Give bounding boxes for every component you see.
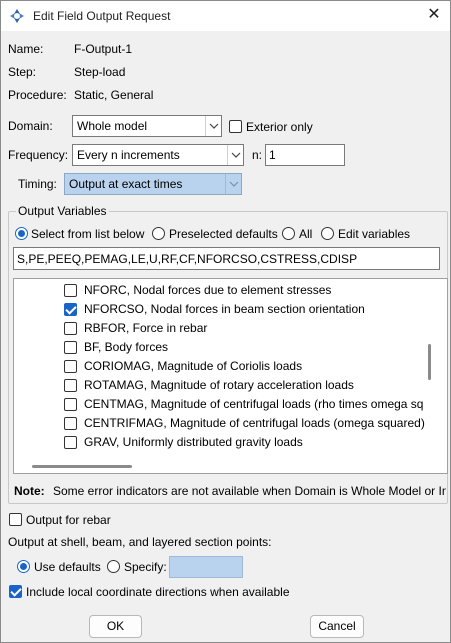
preselected-defaults-radio[interactable]: [152, 227, 165, 240]
step-value: Step-load: [74, 65, 126, 79]
local-coords-label: Include local coordinate directions when…: [26, 585, 290, 599]
domain-select[interactable]: Whole model: [72, 115, 222, 137]
step-label: Step:: [8, 65, 37, 79]
preselected-defaults-label: Preselected defaults: [169, 227, 278, 241]
variables-list[interactable]: NFORC, Nodal forces due to element stres…: [13, 278, 448, 474]
chevron-down-icon: [227, 145, 243, 165]
variable-label: CENTMAG, Magnitude of centrifugal loads …: [84, 397, 424, 411]
specify-label: Specify:: [124, 560, 167, 574]
variables-text-value: S,PE,PEEQ,PEMAG,LE,U,RF,CF,NFORCSO,CSTRE…: [17, 252, 358, 266]
edit-variables-radio[interactable]: [321, 227, 334, 240]
cancel-button[interactable]: Cancel: [310, 615, 364, 638]
n-input-value: 1: [269, 148, 276, 162]
select-from-list-radio[interactable]: [15, 227, 28, 240]
note-text: Some error indicators are not available …: [53, 484, 446, 498]
timing-label: Timing:: [18, 177, 57, 191]
procedure-value: Static, General: [74, 88, 154, 102]
timing-select-value: Output at exact times: [69, 177, 183, 191]
vertical-scrollbar[interactable]: [428, 344, 431, 380]
note-label: Note:: [14, 484, 45, 498]
frequency-select-value: Every n increments: [77, 148, 180, 162]
procedure-label: Procedure:: [8, 88, 67, 102]
variable-label: CENTRIFMAG, Magnitude of centrifugal loa…: [84, 416, 425, 430]
variable-label: GRAV, Uniformly distributed gravity load…: [84, 435, 303, 449]
n-label: n:: [252, 148, 263, 162]
variable-label: BF, Body forces: [84, 340, 169, 354]
frequency-label: Frequency:: [8, 148, 69, 162]
variable-label: CORIOMAG, Magnitude of Coriolis loads: [84, 359, 303, 373]
domain-select-value: Whole model: [77, 119, 148, 133]
domain-label: Domain:: [8, 119, 53, 133]
edit-field-output-dialog: Edit Field Output Request ✕ Name: F-Outp…: [0, 0, 451, 643]
output-variables-title: Output Variables: [16, 204, 109, 218]
close-icon[interactable]: ✕: [425, 6, 443, 24]
output-for-rebar-checkbox[interactable]: [9, 513, 22, 526]
name-value: F-Output-1: [74, 42, 133, 56]
use-defaults-radio[interactable]: [17, 560, 30, 573]
dialog-title: Edit Field Output Request: [33, 9, 171, 23]
variable-checkbox[interactable]: [64, 436, 77, 449]
variable-checkbox[interactable]: [64, 398, 77, 411]
chevron-down-icon: [205, 116, 221, 136]
variable-checkbox[interactable]: [64, 303, 77, 316]
specify-input[interactable]: [169, 556, 243, 578]
variable-label: NFORCSO, Nodal forces in beam section or…: [84, 302, 365, 316]
exterior-only-label: Exterior only: [246, 120, 313, 134]
exterior-only-checkbox[interactable]: [229, 120, 242, 133]
variable-checkbox[interactable]: [64, 417, 77, 430]
horizontal-scrollbar[interactable]: [32, 465, 132, 468]
variable-checkbox[interactable]: [64, 379, 77, 392]
frequency-select[interactable]: Every n increments: [72, 144, 244, 166]
n-input[interactable]: 1: [265, 144, 345, 166]
variable-checkbox[interactable]: [64, 341, 77, 354]
select-from-list-label: Select from list below: [31, 227, 145, 241]
timing-select[interactable]: Output at exact times: [64, 173, 242, 195]
variable-checkbox[interactable]: [64, 322, 77, 335]
specify-radio[interactable]: [107, 560, 120, 573]
ok-button[interactable]: OK: [89, 615, 142, 638]
output-for-rebar-label: Output for rebar: [26, 513, 111, 527]
title-bar: Edit Field Output Request ✕: [1, 1, 450, 31]
section-points-label: Output at shell, beam, and layered secti…: [8, 535, 272, 549]
variable-label: RBFOR, Force in rebar: [84, 321, 208, 335]
variable-checkbox[interactable]: [64, 360, 77, 373]
chevron-down-icon: [225, 174, 241, 194]
variables-text-field[interactable]: S,PE,PEEQ,PEMAG,LE,U,RF,CF,NFORCSO,CSTRE…: [13, 247, 440, 270]
variable-checkbox[interactable]: [64, 284, 77, 297]
variable-label: ROTAMAG, Magnitude of rotary acceleratio…: [84, 378, 354, 392]
local-coords-checkbox[interactable]: [9, 585, 22, 598]
variable-label: NFORC, Nodal forces due to element stres…: [84, 283, 332, 297]
use-defaults-label: Use defaults: [34, 560, 101, 574]
app-logo-icon: [10, 9, 24, 23]
all-radio[interactable]: [282, 227, 295, 240]
all-label: All: [299, 227, 313, 241]
name-label: Name:: [8, 42, 44, 56]
edit-variables-label: Edit variables: [338, 227, 411, 241]
